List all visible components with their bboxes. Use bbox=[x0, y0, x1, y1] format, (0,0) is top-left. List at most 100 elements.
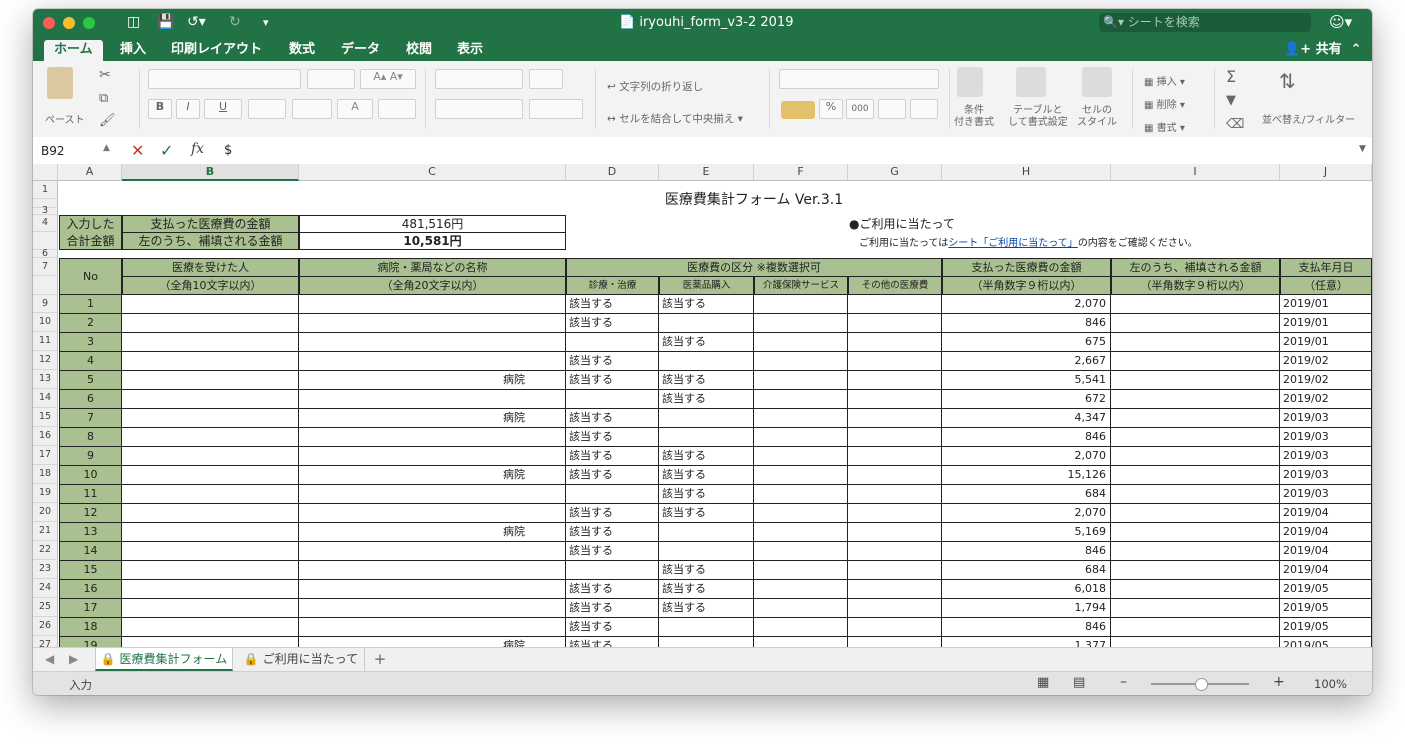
worksheet-grid[interactable]: A B C D E F G H I J 1 3 4 6 7 9 10 11 12 13 14 15 16… bbox=[33, 164, 1372, 647]
conditional-format-icon[interactable] bbox=[957, 67, 983, 97]
cell-person[interactable] bbox=[122, 580, 299, 599]
cell-person[interactable] bbox=[122, 371, 299, 390]
cell-cat-treatment[interactable]: 該当する bbox=[566, 523, 659, 542]
cell-covered[interactable] bbox=[1111, 295, 1280, 314]
row-header[interactable]: 10 bbox=[33, 313, 58, 332]
cell-cat-other[interactable] bbox=[848, 447, 942, 466]
cell-cat-other[interactable] bbox=[848, 390, 942, 409]
column-header[interactable]: D bbox=[566, 164, 659, 181]
cell-cat-medicine[interactable] bbox=[659, 352, 754, 371]
paid-total-value[interactable]: 481,516円 bbox=[299, 215, 566, 233]
row-header[interactable]: 11 bbox=[33, 332, 58, 351]
cell-amount[interactable]: 2,070 bbox=[942, 447, 1111, 466]
cell-no[interactable]: 16 bbox=[59, 580, 122, 599]
select-all-corner[interactable] bbox=[33, 164, 58, 181]
tab-page-layout[interactable]: 印刷レイアウト bbox=[171, 40, 262, 61]
cell-hospital[interactable] bbox=[299, 314, 566, 333]
row-header[interactable]: 21 bbox=[33, 522, 58, 541]
cell-hospital[interactable] bbox=[299, 599, 566, 618]
name-box-stepper[interactable]: ▲ bbox=[103, 143, 110, 153]
cell-cat-care[interactable] bbox=[754, 409, 848, 428]
cell-cat-treatment[interactable] bbox=[566, 485, 659, 504]
fill-color-button[interactable] bbox=[292, 99, 332, 119]
cell-cat-care[interactable] bbox=[754, 352, 848, 371]
cell-covered[interactable] bbox=[1111, 352, 1280, 371]
cell-hospital[interactable] bbox=[299, 561, 566, 580]
cell-covered[interactable] bbox=[1111, 504, 1280, 523]
cell-person[interactable] bbox=[122, 542, 299, 561]
cell-hospital[interactable] bbox=[299, 333, 566, 352]
number-format-dropdown[interactable] bbox=[779, 69, 939, 89]
cell-cat-care[interactable] bbox=[754, 466, 848, 485]
covered-total-value[interactable]: 10,581円 bbox=[299, 232, 566, 250]
cell-amount[interactable]: 5,169 bbox=[942, 523, 1111, 542]
row-header[interactable]: 19 bbox=[33, 484, 58, 503]
bold-button[interactable]: B bbox=[148, 99, 172, 119]
cell-amount[interactable]: 2,070 bbox=[942, 504, 1111, 523]
cell-no[interactable]: 12 bbox=[59, 504, 122, 523]
phonetic-button[interactable] bbox=[378, 99, 416, 119]
cell-hospital[interactable] bbox=[299, 618, 566, 637]
cell-no[interactable]: 6 bbox=[59, 390, 122, 409]
cell-person[interactable] bbox=[122, 428, 299, 447]
cell-hospital[interactable]: 病院 bbox=[299, 523, 566, 542]
italic-button[interactable]: I bbox=[176, 99, 200, 119]
cell-cat-treatment[interactable]: 該当する bbox=[566, 295, 659, 314]
cell-date[interactable]: 2019/03 bbox=[1280, 428, 1372, 447]
format-as-table-icon[interactable] bbox=[1016, 67, 1046, 97]
row-header[interactable]: 18 bbox=[33, 465, 58, 484]
cell-cat-treatment[interactable] bbox=[566, 390, 659, 409]
cell-amount[interactable]: 1,377 bbox=[942, 637, 1111, 647]
zoom-out-button[interactable]: – bbox=[1120, 674, 1127, 690]
cell-cat-other[interactable] bbox=[848, 637, 942, 647]
cell-amount[interactable]: 4,347 bbox=[942, 409, 1111, 428]
cell-cat-treatment[interactable]: 該当する bbox=[566, 637, 659, 647]
paste-icon[interactable] bbox=[47, 67, 73, 99]
cell-person[interactable] bbox=[122, 637, 299, 647]
cell-covered[interactable] bbox=[1111, 542, 1280, 561]
cell-cat-treatment[interactable]: 該当する bbox=[566, 371, 659, 390]
cell-no[interactable]: 19 bbox=[59, 637, 122, 647]
row-header[interactable]: 25 bbox=[33, 598, 58, 617]
zoom-level[interactable]: 100% bbox=[1314, 677, 1347, 691]
cell-covered[interactable] bbox=[1111, 561, 1280, 580]
cell-person[interactable] bbox=[122, 333, 299, 352]
cell-date[interactable]: 2019/02 bbox=[1280, 371, 1372, 390]
cell-cat-other[interactable] bbox=[848, 504, 942, 523]
increase-decimal-button[interactable] bbox=[878, 99, 906, 119]
cell-cat-medicine[interactable] bbox=[659, 637, 754, 647]
customize-toolbar-icon[interactable]: ▾ bbox=[263, 16, 269, 29]
cell-no[interactable]: 15 bbox=[59, 561, 122, 580]
cell-covered[interactable] bbox=[1111, 428, 1280, 447]
column-header[interactable]: C bbox=[299, 164, 566, 181]
cell-cat-medicine[interactable] bbox=[659, 314, 754, 333]
add-sheet-button[interactable]: + bbox=[364, 648, 395, 671]
cell-date[interactable]: 2019/02 bbox=[1280, 390, 1372, 409]
cell-no[interactable]: 17 bbox=[59, 599, 122, 618]
column-header[interactable]: I bbox=[1111, 164, 1280, 181]
cell-covered[interactable] bbox=[1111, 371, 1280, 390]
cell-cat-treatment[interactable]: 該当する bbox=[566, 352, 659, 371]
cell-amount[interactable]: 675 bbox=[942, 333, 1111, 352]
cell-cat-care[interactable] bbox=[754, 371, 848, 390]
cell-cat-care[interactable] bbox=[754, 637, 848, 647]
cell-cat-other[interactable] bbox=[848, 580, 942, 599]
cell-person[interactable] bbox=[122, 295, 299, 314]
cell-no[interactable]: 8 bbox=[59, 428, 122, 447]
cell-person[interactable] bbox=[122, 314, 299, 333]
row-header[interactable]: 22 bbox=[33, 541, 58, 560]
cell-hospital[interactable] bbox=[299, 295, 566, 314]
row-header[interactable]: 9 bbox=[33, 295, 58, 313]
cell-covered[interactable] bbox=[1111, 485, 1280, 504]
cell-cat-medicine[interactable]: 該当する bbox=[659, 371, 754, 390]
cell-hospital[interactable] bbox=[299, 447, 566, 466]
cell-cat-medicine[interactable]: 該当する bbox=[659, 561, 754, 580]
column-header[interactable]: F bbox=[754, 164, 848, 181]
cell-cat-other[interactable] bbox=[848, 485, 942, 504]
cell-amount[interactable]: 846 bbox=[942, 428, 1111, 447]
cell-covered[interactable] bbox=[1111, 618, 1280, 637]
vertical-align-group[interactable] bbox=[435, 69, 523, 89]
cell-cat-treatment[interactable] bbox=[566, 561, 659, 580]
font-size-dropdown[interactable] bbox=[307, 69, 355, 89]
currency-icon[interactable] bbox=[781, 101, 815, 119]
